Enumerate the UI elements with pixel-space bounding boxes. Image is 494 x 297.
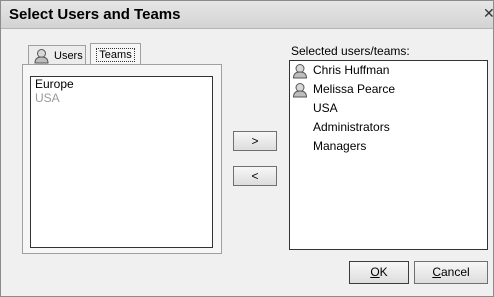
ok-button[interactable]: OK — [349, 261, 409, 284]
list-item[interactable]: Administrators — [290, 118, 487, 137]
user-icon — [292, 83, 308, 98]
list-item-label: Melissa Pearce — [313, 82, 396, 96]
cancel-button[interactable]: Cancel — [414, 261, 488, 284]
list-item[interactable]: Chris Huffman — [290, 61, 487, 80]
add-button[interactable]: > — [233, 131, 277, 151]
tab-users-label: Users — [54, 50, 83, 62]
tab-teams-label: Teams — [96, 48, 135, 62]
list-item[interactable]: Managers — [290, 137, 487, 156]
list-item-label: USA — [313, 101, 338, 115]
user-icon — [292, 64, 308, 79]
tab-teams[interactable]: Teams — [90, 43, 141, 65]
list-item[interactable]: Europe — [31, 77, 212, 91]
ok-label-rest: K — [379, 265, 388, 279]
list-item-label: Managers — [313, 139, 367, 153]
ok-accelerator: O — [370, 265, 380, 279]
list-item[interactable]: USA — [290, 99, 487, 118]
select-users-teams-dialog: Select Users and Teams ✕ Users Teams Eur… — [0, 0, 494, 297]
list-item-label: Chris Huffman — [313, 63, 390, 77]
close-icon[interactable]: ✕ — [483, 5, 493, 23]
cancel-label-rest: ancel — [440, 265, 470, 279]
cancel-accelerator: C — [432, 265, 441, 279]
selected-list-label: Selected users/teams: — [291, 44, 410, 58]
window-title: Select Users and Teams — [9, 6, 181, 23]
user-icon — [34, 49, 49, 64]
list-item[interactable]: USA — [31, 91, 212, 105]
tab-users[interactable]: Users — [28, 45, 86, 65]
remove-button[interactable]: < — [233, 166, 277, 186]
teams-list[interactable]: Europe USA — [30, 76, 213, 248]
list-item-label: Administrators — [313, 120, 390, 134]
title-bar[interactable]: Select Users and Teams ✕ — [1, 1, 493, 29]
list-item[interactable]: Melissa Pearce — [290, 80, 487, 99]
selected-list[interactable]: Chris Huffman Melissa Pearce USA Adminis… — [289, 60, 488, 250]
